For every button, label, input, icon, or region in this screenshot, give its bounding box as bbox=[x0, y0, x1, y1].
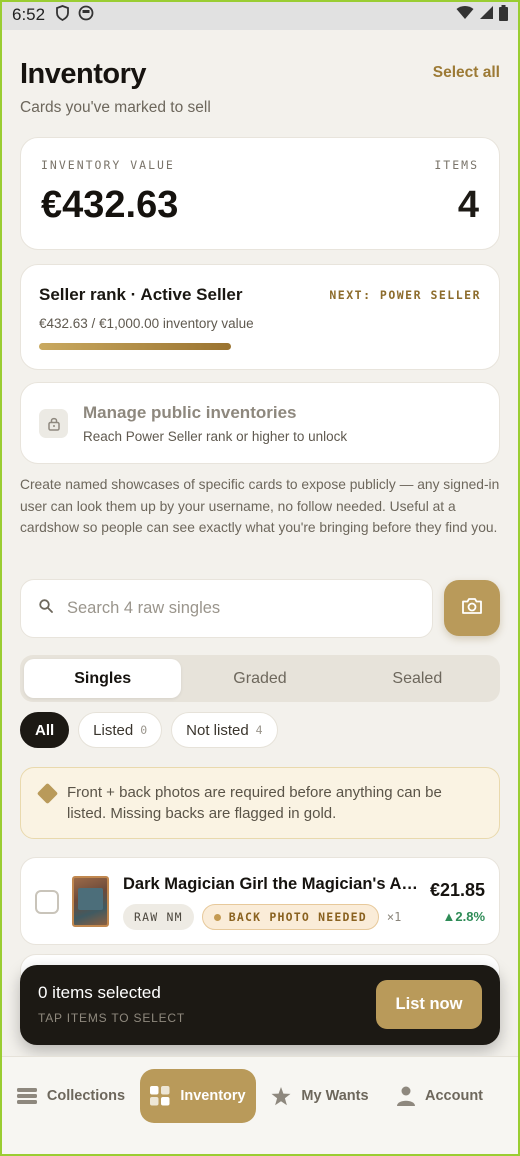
tab-graded[interactable]: Graded bbox=[181, 659, 338, 698]
search-placeholder: Search 4 raw singles bbox=[67, 599, 221, 617]
inventory-grid-icon bbox=[150, 1086, 170, 1106]
manage-public-title: Manage public inventories bbox=[83, 402, 297, 422]
inventory-value-card: INVENTORY VALUE €432.63 ITEMS 4 bbox=[20, 137, 500, 250]
next-rank-label: NEXT: POWER SELLER bbox=[329, 288, 481, 302]
items-label: ITEMS bbox=[434, 158, 479, 172]
status-bar: 6:52 bbox=[0, 0, 520, 30]
back-photo-needed-badge[interactable]: BACK PHOTO NEEDED bbox=[201, 904, 379, 930]
filter-chip-all[interactable]: All bbox=[20, 712, 70, 748]
nav-collections[interactable]: Collections bbox=[10, 1069, 132, 1123]
manage-public-subtitle: Reach Power Seller rank or higher to unl… bbox=[83, 428, 348, 444]
nav-label: Account bbox=[425, 1088, 483, 1104]
nav-label: Inventory bbox=[180, 1088, 246, 1104]
filter-chip-count: 0 bbox=[140, 723, 148, 737]
camera-icon bbox=[461, 597, 483, 620]
item-price-change: ▲2.8% bbox=[442, 909, 486, 924]
nav-label: My Wants bbox=[301, 1088, 369, 1104]
app-notification-icon bbox=[78, 5, 94, 26]
nav-inventory[interactable]: Inventory bbox=[140, 1069, 256, 1123]
filter-chip-listed[interactable]: Listed 0 bbox=[78, 712, 163, 748]
item-quantity: ×1 bbox=[386, 910, 402, 924]
product-type-segmented-control: Singles Graded Sealed bbox=[20, 655, 500, 702]
filter-chip-count: 4 bbox=[255, 723, 263, 737]
items-count-block: ITEMS 4 bbox=[434, 158, 479, 227]
select-all-button[interactable]: Select all bbox=[433, 64, 500, 82]
bottom-navigation: Collections Inventory My Wants Account bbox=[0, 1056, 520, 1156]
seller-rank-progress-bar bbox=[39, 343, 483, 350]
inventory-value-label: INVENTORY VALUE bbox=[41, 158, 175, 172]
manage-text-block: Manage public inventories Reach Power Se… bbox=[83, 403, 347, 444]
page-header: Inventory Cards you've marked to sell Se… bbox=[20, 58, 500, 117]
status-icons bbox=[456, 4, 508, 26]
star-icon bbox=[271, 1086, 291, 1106]
progress-fill bbox=[39, 343, 232, 350]
public-inventories-description: Create named showcases of specific cards… bbox=[20, 477, 500, 535]
filter-chip-label: Listed bbox=[93, 721, 134, 739]
warning-label: BACK PHOTO NEEDED bbox=[228, 910, 367, 924]
search-input[interactable]: Search 4 raw singles bbox=[20, 579, 433, 638]
filter-chip-not-listed[interactable]: Not listed 4 bbox=[171, 712, 278, 748]
page-title: Inventory bbox=[20, 58, 147, 90]
listing-filter-chips: All Listed 0 Not listed 4 bbox=[20, 712, 278, 748]
person-icon bbox=[397, 1086, 415, 1106]
inventory-item-row[interactable]: Dark Magician Girl the Magician's Ap... … bbox=[20, 857, 500, 945]
selection-action-bar: 0 items selected TAP ITEMS TO SELECT Lis… bbox=[20, 965, 500, 1045]
wifi-icon bbox=[456, 5, 474, 25]
tab-sealed[interactable]: Sealed bbox=[339, 659, 496, 698]
nav-account[interactable]: Account bbox=[384, 1069, 496, 1123]
item-select-checkbox[interactable] bbox=[35, 890, 59, 914]
seller-rank-card: Seller rank · Active Seller NEXT: POWER … bbox=[20, 264, 500, 370]
camera-scan-button[interactable] bbox=[444, 580, 500, 636]
item-price: €21.85 bbox=[429, 880, 485, 900]
warning-dot-icon bbox=[213, 913, 221, 921]
shield-icon bbox=[55, 4, 70, 26]
manage-public-inventories-card[interactable]: Manage public inventories Reach Power Se… bbox=[20, 382, 500, 464]
collections-icon bbox=[16, 1087, 37, 1105]
lock-icon bbox=[39, 408, 68, 438]
filter-chip-label: Not listed bbox=[186, 721, 249, 739]
photo-requirement-notice: Front + back photos are required before … bbox=[20, 767, 500, 839]
seller-rank-progress-text: €432.63 / €1,000.00 inventory value bbox=[39, 316, 254, 331]
filter-chip-label: All bbox=[35, 721, 55, 739]
item-tags: RAW NM BACK PHOTO NEEDED ×1 bbox=[123, 904, 401, 930]
status-time: 6:52 bbox=[12, 5, 46, 24]
card-thumbnail bbox=[72, 876, 109, 927]
tab-singles[interactable]: Singles bbox=[24, 659, 182, 698]
list-now-button[interactable]: List now bbox=[376, 980, 482, 1029]
battery-icon bbox=[499, 4, 508, 26]
items-count: 4 bbox=[457, 184, 479, 226]
nav-label: Collections bbox=[46, 1088, 126, 1104]
item-name: Dark Magician Girl the Magician's Ap... bbox=[123, 875, 423, 893]
nav-my-wants[interactable]: My Wants bbox=[264, 1069, 376, 1123]
notice-text: Front + back photos are required before … bbox=[67, 784, 442, 822]
signal-icon bbox=[479, 5, 494, 25]
page-subtitle: Cards you've marked to sell bbox=[20, 99, 211, 116]
condition-badge: RAW NM bbox=[123, 904, 194, 930]
search-icon bbox=[39, 599, 53, 618]
inventory-value: €432.63 bbox=[41, 184, 179, 226]
diamond-icon bbox=[36, 782, 59, 805]
